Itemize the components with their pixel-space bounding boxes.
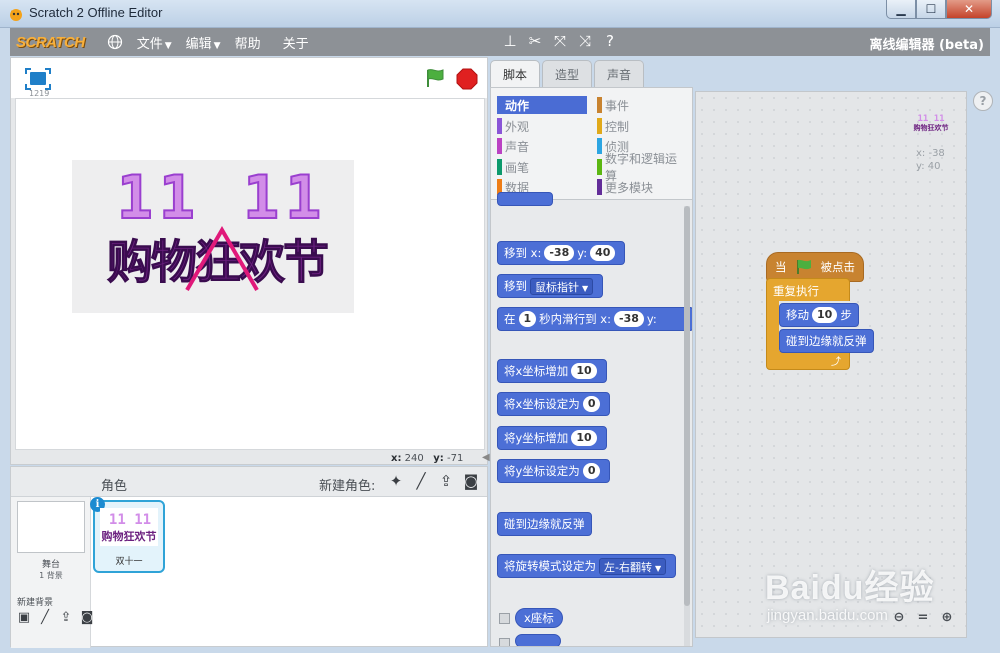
category-sound[interactable]: 声音 — [497, 137, 587, 155]
partial-block[interactable] — [497, 192, 553, 206]
block-palette: 动作 外观 声音 画笔 数据 事件 控制 侦测 数字和逻辑运算 更多模块 移到 … — [490, 87, 693, 647]
new-backdrop-label: 新建背景 — [17, 598, 54, 608]
backdrop-library-icon[interactable]: ▣ — [16, 609, 32, 625]
sprite-header: 角色 新建角色: ✦ ╱ ⇪ ◙ — [11, 467, 487, 497]
duplicate-stamp-icon[interactable]: ⊥ — [502, 32, 518, 50]
menu-file[interactable]: 文件 ▼ — [137, 33, 172, 52]
stage-thumbnail[interactable] — [17, 501, 85, 553]
window-title-bar: Scratch 2 Offline Editor ▁ ☐ ✕ — [0, 0, 1000, 28]
loop-arrow-icon: ⤴ — [831, 357, 841, 368]
category-motion[interactable]: 动作 — [497, 96, 587, 114]
new-sprite-label: 新建角色: — [319, 479, 376, 494]
block-rotation-style[interactable]: 将旋转模式设定为 左-右翻转 ▼ — [497, 554, 677, 578]
sprite-name: 双十一 — [115, 557, 143, 567]
category-more-blocks[interactable]: 更多模块 — [597, 178, 687, 196]
baidu-watermark: Baidu经验 jingyan.baidu.com — [765, 545, 985, 635]
green-flag-icon[interactable] — [424, 67, 446, 89]
green-flag-icon — [796, 259, 811, 274]
help-button[interactable]: ? — [973, 91, 993, 111]
watermark-url: jingyan.baidu.com — [767, 607, 888, 624]
tab-sounds[interactable]: 声音 — [594, 60, 645, 87]
palette-scrollbar-thumb[interactable] — [684, 206, 690, 606]
collapse-arrow-icon[interactable]: ◀ — [482, 452, 490, 463]
category-looks[interactable]: 外观 — [497, 117, 587, 135]
menu-edit[interactable]: 编辑 ▼ — [186, 33, 221, 52]
sprite-thumbnail[interactable]: i 11 11 购物狂欢节 双十一 — [90, 497, 165, 573]
blocks-list: 移到 x: -38 y: 40 移到 鼠标指针 ▼ 在 1 秒内滑行到 x: -3… — [491, 192, 692, 646]
goto-target-dropdown[interactable]: 鼠标指针 ▼ — [530, 277, 594, 295]
globe-icon[interactable] — [107, 34, 123, 50]
shrink-icon[interactable]: ⤨ — [577, 32, 593, 50]
backdrop-upload-icon[interactable]: ⇪ — [58, 609, 74, 625]
sprite-position-readout: x: -38 y: 40 — [916, 148, 945, 172]
sprite-thumbnail-image: 11 11 购物狂欢节 — [100, 508, 158, 546]
svg-text:购物狂欢节: 购物狂欢节 — [914, 123, 949, 132]
block-set-y[interactable]: 将y坐标设定为 0 — [497, 459, 611, 483]
stage-canvas[interactable]: 11 11 购物狂欢节 — [15, 98, 485, 450]
editor-tabs: 脚本 造型 声音 — [490, 60, 645, 88]
category-events[interactable]: 事件 — [597, 96, 687, 114]
stage-header: 1219 — [11, 58, 487, 98]
category-control[interactable]: 控制 — [597, 117, 687, 135]
double-eleven-sprite[interactable]: 11 11 购物狂欢节 — [72, 160, 354, 313]
scratch-cat-icon — [10, 9, 22, 21]
block-goto-xy[interactable]: 移到 x: -38 y: 40 — [497, 241, 626, 265]
camera-icon[interactable]: ◙ — [462, 472, 480, 490]
minimize-button[interactable]: ▁ — [886, 0, 916, 19]
move-steps-block[interactable]: 移动 10 步 — [779, 303, 859, 327]
mouse-coordinates: x: 240 y: -71 — [391, 453, 464, 464]
version-label: 1219 — [29, 89, 50, 98]
backdrop-paint-icon[interactable]: ╱ — [37, 609, 53, 625]
block-goto-target[interactable]: 移到 鼠标指针 ▼ — [497, 274, 604, 298]
window-title: Scratch 2 Offline Editor — [29, 5, 163, 20]
offline-editor-label: 离线编辑器 (beta) — [869, 38, 984, 53]
presentation-mode-icon[interactable] — [25, 68, 51, 90]
svg-text:11 11: 11 11 — [917, 114, 944, 124]
sprites-title: 角色 — [101, 479, 128, 494]
category-list: 动作 外观 声音 画笔 数据 事件 控制 侦测 数字和逻辑运算 更多模块 — [491, 88, 692, 200]
reporter-x-position[interactable]: x座标 — [515, 608, 563, 628]
tab-scripts[interactable]: 脚本 — [490, 60, 541, 88]
svg-text:购物狂欢节: 购物狂欢节 — [107, 235, 328, 289]
watermark-main: Baidu经验 — [765, 569, 935, 607]
svg-text:11 11: 11 11 — [117, 163, 328, 233]
tab-costumes[interactable]: 造型 — [542, 60, 593, 87]
cut-icon[interactable]: ✂ — [527, 32, 543, 50]
current-sprite-preview: 11 11 购物狂欢节 — [914, 114, 949, 132]
category-pen[interactable]: 画笔 — [497, 158, 587, 176]
sprite-pane: 角色 新建角色: ✦ ╱ ⇪ ◙ 舞台 1 背景 新建背景 ▣ ╱ ⇪ ◙ i … — [10, 466, 488, 648]
rotation-style-dropdown[interactable]: 左-右翻转 ▼ — [599, 557, 667, 575]
stage-panel: 1219 11 11 购物狂欢节 x: 240 y: -71 — [10, 57, 488, 465]
block-set-x[interactable]: 将x坐标设定为 0 — [497, 392, 611, 416]
block-bounce[interactable]: 碰到边缘就反弹 — [497, 512, 592, 536]
backdrop-camera-icon[interactable]: ◙ — [79, 609, 95, 625]
stage-thumbnail-column: 舞台 1 背景 新建背景 ▣ ╱ ⇪ ◙ — [11, 497, 93, 648]
sprite-library-icon[interactable]: ✦ — [387, 472, 405, 490]
category-operators[interactable]: 数字和逻辑运算 — [597, 152, 687, 183]
close-button[interactable]: ✕ — [946, 0, 992, 19]
backdrop-count: 1 背景 — [39, 571, 63, 580]
menu-bar: SCRATCH 文件 ▼ 编辑 ▼ 帮助 关于 ⊥ ✂ ⤧ ⤨ ? 离线编辑器 (b… — [10, 28, 990, 56]
grow-icon[interactable]: ⤧ — [552, 32, 568, 50]
menu-help[interactable]: 帮助 — [235, 33, 261, 52]
scratch-logo[interactable]: SCRATCH — [16, 34, 85, 51]
block-change-y[interactable]: 将y坐标增加 10 — [497, 426, 607, 450]
svg-text:购物狂欢节: 购物狂欢节 — [102, 529, 157, 543]
maximize-button[interactable]: ☐ — [916, 0, 946, 19]
stop-icon[interactable] — [456, 68, 478, 90]
bounce-block[interactable]: 碰到边缘就反弹 — [779, 329, 874, 353]
upload-icon[interactable]: ⇪ — [437, 472, 455, 490]
menu-about[interactable]: 关于 — [283, 33, 309, 52]
svg-text:11 11: 11 11 — [109, 512, 151, 528]
y-position-checkbox[interactable] — [499, 638, 510, 646]
x-position-checkbox[interactable] — [499, 613, 510, 624]
paint-brush-icon[interactable]: ╱ — [412, 472, 430, 490]
reporter-partial[interactable] — [515, 634, 561, 646]
help-icon[interactable]: ? — [602, 32, 618, 50]
stage-label: 舞台 — [41, 560, 60, 570]
block-glide[interactable]: 在 1 秒内滑行到 x: -38 y: — [497, 307, 692, 331]
block-change-x[interactable]: 将x坐标增加 10 — [497, 359, 607, 383]
